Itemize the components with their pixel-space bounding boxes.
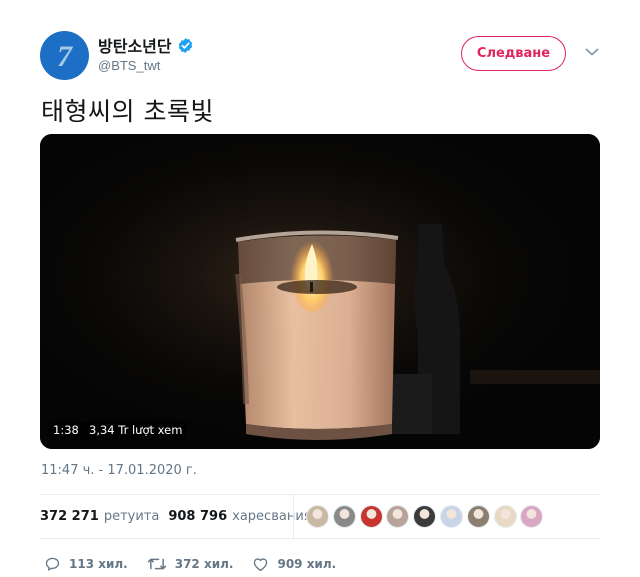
video-thumbnail [40,134,600,449]
retweet-button[interactable]: 372 хил. [147,556,234,572]
reply-count: 113 хил. [69,557,128,571]
avatar-logo: 7 [57,39,72,73]
author-display-name[interactable]: 방탄소년단 [98,33,172,57]
like-count: 909 хил. [277,557,337,571]
verified-badge-icon [177,37,194,54]
stats-separator [293,494,294,538]
avatar[interactable]: 7 [40,31,89,80]
divider [40,494,600,495]
reply-button[interactable]: 113 хил. [44,556,128,572]
tweet-card: 7 방탄소년단 @BTS_twt Следване 태형씨의 초록빛 1:38 … [0,0,640,577]
retweet-icon [147,558,166,570]
tweet-timestamp[interactable]: 11:47 ч. - 17.01.2020 г. [41,463,197,478]
tweet-actions: 113 хил. 372 хил. 909 хил. [44,556,355,572]
liker-avatar[interactable] [439,505,463,528]
heart-icon [254,558,268,572]
video-duration-badge: 1:38 [48,421,84,440]
liker-avatar[interactable] [413,505,437,528]
liker-avatar[interactable] [466,505,490,528]
likes-label[interactable]: харесвания [232,509,311,524]
reply-icon [45,557,60,571]
retweet-count: 372 хил. [174,557,234,571]
author-handle[interactable]: @BTS_twt [98,58,160,73]
liker-avatar[interactable] [386,505,410,528]
likes-count[interactable]: 908 796 [168,509,227,524]
engagement-stats: 372 271 ретуита 908 796 харесвания [40,509,321,524]
like-button[interactable]: 909 хил. [252,556,336,572]
liker-avatar[interactable] [332,505,356,528]
divider [40,538,600,539]
retweets-label[interactable]: ретуита [104,509,160,524]
liker-avatar[interactable] [359,505,383,528]
tweet-text: 태형씨의 초록빛 [41,97,214,126]
chevron-down-icon[interactable] [585,47,599,57]
retweets-count[interactable]: 372 271 [40,509,99,524]
follow-button[interactable]: Следване [461,36,566,71]
author-name-row[interactable]: 방탄소년단 [98,33,194,57]
video-player[interactable]: 1:38 3,34 Tr lượt xem [40,134,600,449]
liker-avatar[interactable] [520,505,544,528]
likers-avatars [306,505,547,528]
liker-avatar[interactable] [493,505,517,528]
liker-avatar[interactable] [306,505,329,528]
video-views-badge: 3,34 Tr lượt xem [84,421,188,440]
